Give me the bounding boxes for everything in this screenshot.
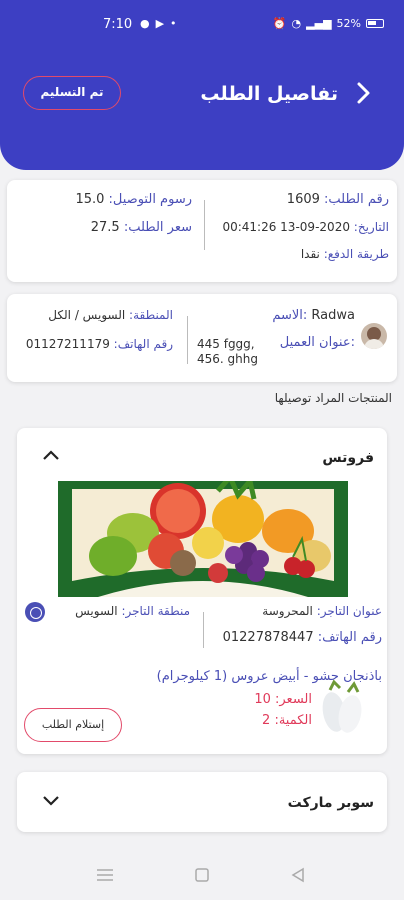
order-price-row: سعر الطلب: 27.5 [90, 220, 192, 235]
customer-address: 445 fggg, 456. ghhg [197, 337, 258, 366]
product-image [322, 679, 362, 733]
notification-icons: ●▶• [140, 17, 183, 30]
store-name[interactable]: سوبر ماركت [288, 795, 374, 811]
chevron-down-icon[interactable] [42, 795, 60, 807]
wifi-icon: ◔ [291, 17, 302, 30]
page-title: تفاصيل الطلب [200, 83, 338, 105]
app-header: تفاصيل الطلب تم التسليم [0, 50, 404, 170]
customer-phone-row: رقم الهاتف: 01127211179 [25, 337, 173, 351]
battery-icon [366, 19, 384, 28]
back-icon[interactable] [290, 867, 306, 883]
system-icons: ⏰ ◔ ▂▄▆ 52% [273, 17, 384, 30]
receive-order-button[interactable]: إستلام الطلب [24, 708, 122, 742]
order-date-row: التاريخ: 2020-09-13 00:41:26 [222, 220, 389, 234]
customer-info-card: الاسم: Radwa عنوان العميل: 445 fggg, 456… [7, 294, 397, 382]
customer-name-row: الاسم: Radwa [272, 308, 355, 323]
delivery-fee-row: رسوم التوصيل: 15.0 [75, 192, 192, 207]
divider [203, 612, 204, 648]
payment-method-row: طريقة الدفع: نقدا [300, 247, 389, 261]
alarm-icon: ⏰ [272, 17, 287, 30]
product-name: باذنجان حشو - أبيض عروس (1 كيلوجرام) [156, 669, 382, 684]
product-price: السعر: 10 [254, 692, 312, 707]
system-nav-bar [0, 850, 404, 900]
divider [204, 200, 205, 250]
merchant-region-row: منطقة التاجر: السويس [75, 604, 190, 618]
customer-address-label: عنوان العميل: [279, 335, 355, 350]
battery-percent: 52% [336, 17, 361, 30]
merchant-phone-row: رقم الهاتف: 01227878447 [222, 630, 382, 645]
store-banner-image [58, 481, 348, 597]
products-heading: المنتجات المراد توصيلها [274, 391, 392, 405]
signal-icon: ▂▄▆ [306, 17, 332, 30]
status-time: 7:10 [103, 17, 133, 32]
divider [187, 316, 188, 364]
status-bar: 7:10 ●▶• ⏰ ◔ ▂▄▆ 52% [0, 0, 404, 50]
merchant-badge-icon[interactable] [25, 602, 45, 622]
merchant-address-row: عنوان التاجر: المحروسة [262, 604, 382, 618]
delivered-status-button[interactable]: تم التسليم [23, 76, 121, 110]
order-number-row: رقم الطلب: 1609 [286, 192, 389, 207]
back-arrow-icon[interactable] [350, 80, 376, 106]
order-info-card: رقم الطلب: 1609 التاريخ: 2020-09-13 00:4… [7, 180, 397, 282]
chevron-up-icon[interactable] [42, 449, 60, 461]
product-quantity: الكمية: 2 [262, 713, 312, 728]
customer-region-row: المنطقة: السويس / الكل [48, 308, 173, 322]
home-icon[interactable] [194, 867, 210, 883]
menu-icon[interactable] [96, 868, 114, 882]
customer-avatar [361, 323, 387, 349]
store-name[interactable]: فروتس [322, 450, 374, 466]
